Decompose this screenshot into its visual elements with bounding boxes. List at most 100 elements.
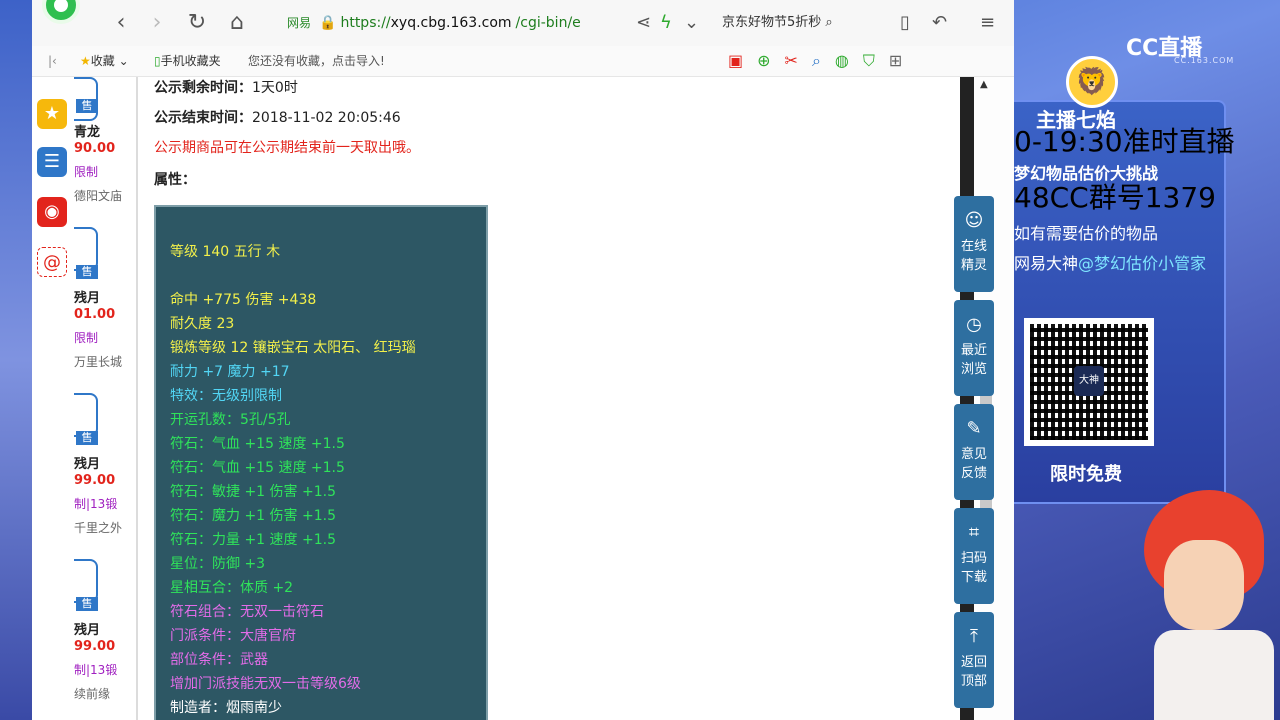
notice-text: 公示期商品可在公示期结束前一天取出哦。 <box>154 140 420 156</box>
helper-avatar-icon: ☺ <box>964 210 984 231</box>
attributes-box: 等级 140 五行 木命中 +775 伤害 +438 耐久度 23 锻炼等级 12 … <box>154 205 488 720</box>
panel-label: 精灵 <box>960 258 987 273</box>
sale-badge: 售 <box>76 431 98 445</box>
search-icon[interactable]: ⌕ <box>825 15 832 30</box>
attribute-line: 制造者：烟雨南少 <box>170 700 282 716</box>
refresh-icon[interactable]: ↻ <box>184 10 210 36</box>
shield-icon[interactable]: ⛉ <box>863 46 875 76</box>
attribute-line: 符石：力量 +1 速度 +1.5 <box>170 532 336 548</box>
attribute-line: 锻炼等级 12 镶嵌宝石 太阳石、 红玛瑙 <box>170 340 416 356</box>
find-icon[interactable]: ⌕ <box>812 46 821 76</box>
mail-icon[interactable]: @ <box>37 247 67 277</box>
attribute-line: 星位：防御 +3 <box>170 556 266 572</box>
attribute-line: 命中 +775 伤害 +438 <box>170 292 317 308</box>
left-tool-icons: ★ ☰ ◉ @ <box>32 77 74 720</box>
recent-browse-button[interactable]: ◷ 最近 浏览 <box>954 300 994 396</box>
item-server: 续前缘 <box>74 687 111 701</box>
end-value: 2018-11-02 20:05:46 <box>252 110 401 126</box>
item-price: 01.00 <box>74 307 116 322</box>
mobile-icon[interactable]: ▯ <box>900 12 910 34</box>
item-detail: 公示剩余时间：1天0时 公示结束时间：2018-11-02 20:05:46 公… <box>154 77 954 720</box>
news-icon[interactable]: ☰ <box>37 147 67 177</box>
attribute-line: 增加门派技能无双一击等级6级 <box>170 676 361 692</box>
undo-icon[interactable]: ↶ <box>932 12 947 34</box>
import-hint[interactable]: 您还没有收藏，点击导入! <box>248 46 385 76</box>
attribute-line: 门派条件：大唐官府 <box>170 628 296 644</box>
remaining-label: 公示剩余时间： <box>154 80 252 96</box>
promo-contact-handle: @梦幻估价小管家 <box>1078 254 1207 273</box>
stream-overlay: CC直播 CC.163.COM 🦁 主播七焰 0-19:30准时直播 梦幻物品估… <box>1014 0 1280 720</box>
collect-button[interactable]: ★收藏 ⌄ <box>80 46 129 76</box>
qr-center-logo: 大神 <box>1074 366 1104 396</box>
panel-label: 在线 <box>960 239 987 254</box>
arrow-up-icon: ⤒ <box>970 626 978 647</box>
browser-logo-icon[interactable] <box>42 0 80 24</box>
item-list: 售 青龙 90.00 限制 德阳文庙 售 残月 01.00 限制 万里长城 售 … <box>74 77 138 720</box>
tv-icon[interactable]: ▣ <box>728 46 743 76</box>
url-host: xyq.cbg.163.com <box>390 15 512 31</box>
back-icon[interactable]: ‹ <box>108 10 134 36</box>
browser-toolbar: ‹ › ↻ ⌂ 网易 🔒 https://xyq.cbg.163.com/cgi-b… <box>32 0 1014 47</box>
item-server: 万里长城 <box>74 355 123 369</box>
panel-label: 浏览 <box>960 362 987 377</box>
sale-badge: 售 <box>76 99 98 113</box>
remaining-value: 1天0时 <box>252 80 298 96</box>
scroll-up-icon[interactable]: ▲ <box>980 79 988 90</box>
item-name[interactable]: 残月 <box>74 287 100 306</box>
free-label: 限时免费 <box>1050 464 1122 485</box>
phone-icon: ▯ <box>154 54 161 68</box>
forward-icon[interactable]: › <box>144 10 170 36</box>
character-illustration <box>1124 470 1280 720</box>
weibo-icon[interactable]: ◉ <box>37 197 67 227</box>
cut-icon[interactable]: ✂ <box>785 46 798 76</box>
panel-label: 下载 <box>960 570 987 585</box>
schedule-overlay: 0-19:30准时直播 <box>1014 125 1235 158</box>
search-box[interactable]: 京东好物节5折秒 ⌕ <box>722 9 872 37</box>
scan-icon: ⌗ <box>968 522 980 543</box>
panel-label: 顶部 <box>960 674 987 689</box>
group-overlay: 48CC群号1379 <box>1014 181 1216 214</box>
url-prefix: https:// <box>340 15 391 31</box>
promo-contact: 网易大神@梦幻估价小管家 <box>1014 250 1206 274</box>
collect-label: 收藏 <box>90 54 115 68</box>
item-name[interactable]: 残月 <box>74 619 100 638</box>
promo-contact-prefix: 网易大神 <box>1014 254 1079 273</box>
back-to-top-button[interactable]: ⤒ 返回顶部 <box>954 612 994 708</box>
apps-icon[interactable]: ⊞ <box>889 46 902 76</box>
page-content: ★ ☰ ◉ @ 售 青龙 90.00 限制 德阳文庙 售 残月 01.00 限制… <box>32 77 1014 720</box>
chevron-down-icon[interactable]: ⌄ <box>684 12 699 34</box>
favorite-icon[interactable]: ★ <box>37 99 67 129</box>
game-icon[interactable]: ◍ <box>835 46 849 76</box>
share-icon[interactable]: ⋖ <box>636 12 651 34</box>
promo-desc: 如有需要估价的物品 <box>1014 224 1159 243</box>
bookmark-tools: ▣ ⊕ ✂ ⌕ ◍ ⛉ ⊞ <box>728 46 916 77</box>
qr-code: 大神 <box>1024 318 1154 446</box>
item-tag: 制|13锻 <box>74 497 118 511</box>
end-label: 公示结束时间： <box>154 110 252 126</box>
lightning-icon[interactable]: ϟ <box>660 12 672 34</box>
item-tag: 限制 <box>74 331 99 345</box>
capture-icon[interactable]: ⊕ <box>757 46 770 76</box>
item-name[interactable]: 青龙 <box>74 121 100 140</box>
home-icon[interactable]: ⌂ <box>224 10 250 36</box>
attribute-line: 符石：气血 +15 速度 +1.5 <box>170 460 345 476</box>
feedback-button[interactable]: ✎ 意见 反馈 <box>954 404 994 500</box>
panel-label: 最近 <box>960 343 987 358</box>
scan-download-button[interactable]: ⌗ 扫码 下载 <box>954 508 994 604</box>
item-name[interactable]: 残月 <box>74 453 100 472</box>
attribute-line: 耐力 +7 魔力 +17 <box>170 364 290 380</box>
panel-label: 反馈 <box>960 466 987 481</box>
panel-label: 返回 <box>960 655 987 670</box>
attribute-line: 耐久度 23 <box>170 316 235 332</box>
menu-icon[interactable]: ≡ <box>980 12 995 34</box>
mobile-bookmarks-button[interactable]: ▯手机收藏夹 <box>154 46 221 76</box>
attribute-line: 部位条件：武器 <box>170 652 268 668</box>
attribute-line: 符石组合：无双一击符石 <box>170 604 324 620</box>
sidebar-toggle-icon[interactable]: |‹ <box>48 46 57 76</box>
sale-badge: 售 <box>76 597 98 611</box>
star-icon: ★ <box>80 54 91 68</box>
attribute-line: 星相互合：体质 +2 <box>170 580 294 596</box>
attribute-line: 符石：气血 +15 速度 +1.5 <box>170 436 345 452</box>
edit-icon: ✎ <box>966 418 982 439</box>
online-helper-button[interactable]: ☺ 在线精灵 <box>954 196 994 292</box>
